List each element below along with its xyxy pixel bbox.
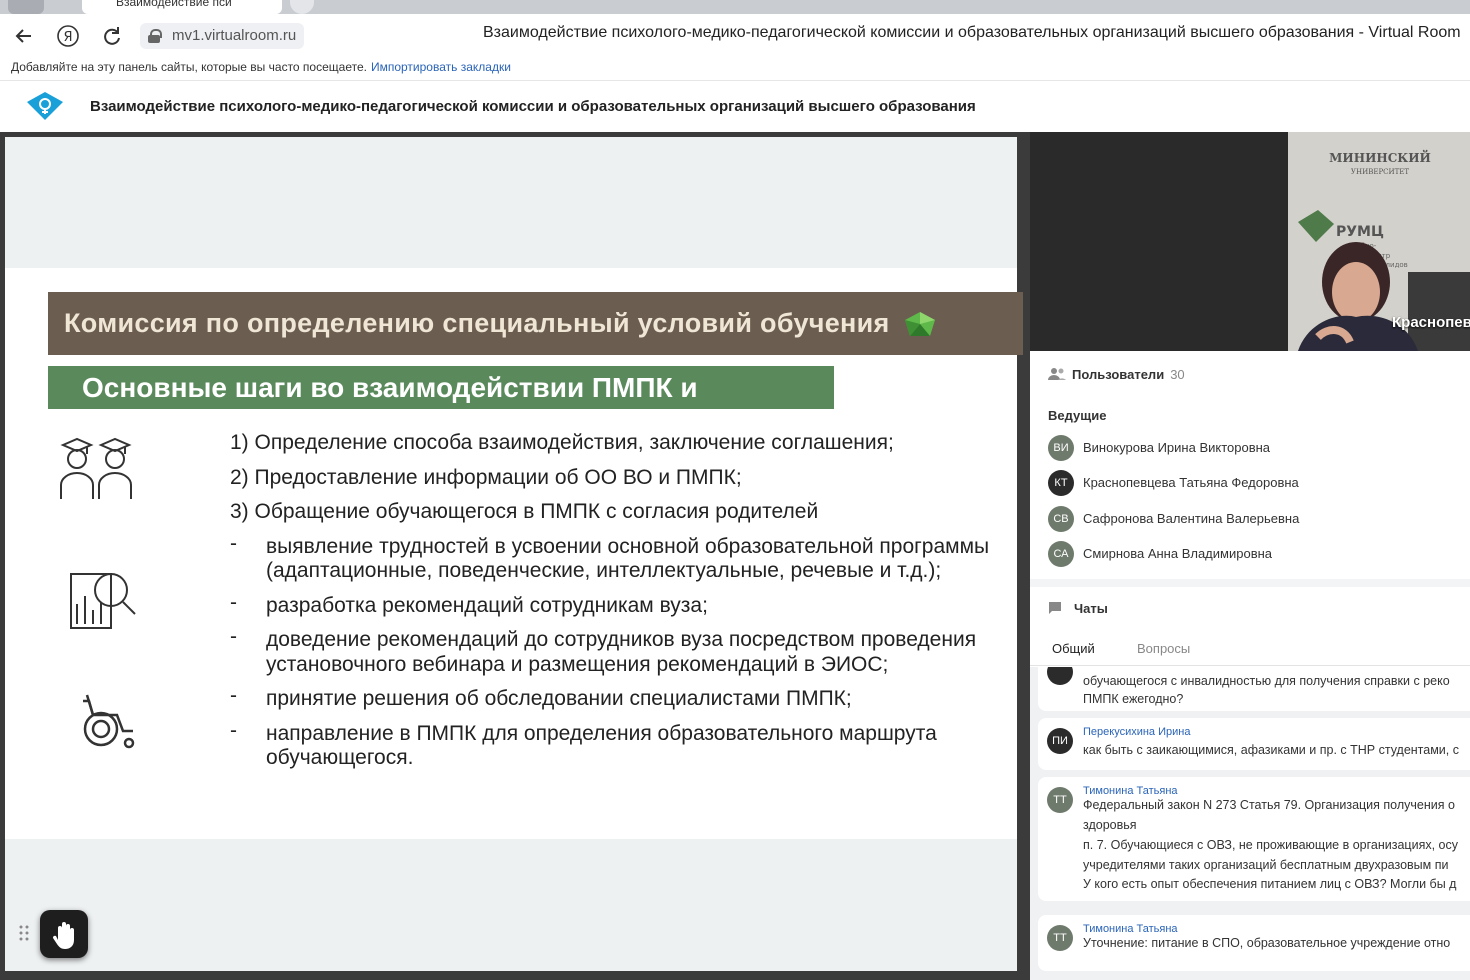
yandex-icon[interactable]: Я xyxy=(54,22,82,50)
user-name: Краснопевцева Татьяна Федоровна xyxy=(1083,475,1299,490)
wheelchair-icon xyxy=(79,691,139,756)
bookmarks-hint: Добавляйте на эту панель сайты, которые … xyxy=(11,60,367,74)
user-name: Винокурова Ирина Викторовна xyxy=(1083,440,1271,455)
slide-frame: Комиссия по определению специальный усло… xyxy=(5,137,1023,971)
message-line: как быть с заикающимися, афазиками и пр.… xyxy=(1083,743,1459,757)
video-area: МИНИНСКИЙ УНИВЕРСИТЕТ РУМЦ учебно- центр… xyxy=(1030,132,1470,351)
browser-tabstrip: Взаимодействие пси xyxy=(0,0,1470,14)
chat-message: ТТ Тимонина Татьяна Федеральный закон N … xyxy=(1038,777,1470,901)
users-count: 30 xyxy=(1170,367,1185,382)
avatar: ВИ xyxy=(1048,435,1074,461)
graduates-icon xyxy=(57,435,135,506)
message-line: п. 7. Обучающиеся с ОВЗ, не проживающие … xyxy=(1083,838,1458,852)
avatar xyxy=(1047,667,1073,685)
right-panel: МИНИНСКИЙ УНИВЕРСИТЕТ РУМЦ учебно- центр… xyxy=(1030,132,1470,980)
substep-item: разработка рекомендаций сотрудникам вуза… xyxy=(230,591,1000,619)
window-title: Взаимодействие психолого-медико-педагоги… xyxy=(483,24,1461,41)
users-icon xyxy=(1048,368,1066,380)
chat-message: ПИ Перекусихина Ирина как быть с заикающ… xyxy=(1038,718,1470,770)
user-name: Смирнова Анна Владимировна xyxy=(1083,546,1273,561)
users-panel: Пользователи 30 Ведущие ВИ Винокурова Ири… xyxy=(1030,351,1470,579)
avatar: ТТ xyxy=(1047,787,1073,813)
substep-item: доведение рекомендаций до сотрудников ву… xyxy=(230,625,1000,677)
users-header[interactable]: Пользователи 30 xyxy=(1048,367,1185,387)
substep-item: выявление трудностей в усвоении основной… xyxy=(230,532,1000,584)
avatar: СВ xyxy=(1048,506,1074,532)
chat-tabs: Общий Вопросы xyxy=(1030,632,1470,670)
slide-subheading: Основные шаги во взаимодействии ПМПК и xyxy=(48,366,834,409)
substep-item: принятие решения об обследовании специал… xyxy=(230,684,1000,712)
browser-tab-title: Взаимодействие пси xyxy=(116,0,232,9)
chat-panel: Чаты Общий Вопросы обучающегося с инвали… xyxy=(1030,587,1470,980)
step-item: 1) Определение способа взаимодействия, з… xyxy=(230,431,894,454)
svg-text:РУМЦ: РУМЦ xyxy=(1336,224,1384,240)
presentation-stage: Комиссия по определению специальный усло… xyxy=(0,132,1030,980)
avatar: СА xyxy=(1048,541,1074,567)
chat-messages: обучающегося с инвалидностью для получен… xyxy=(1030,667,1470,980)
drag-handle-icon[interactable] xyxy=(19,925,29,941)
svg-text:МИНИНСКИЙ: МИНИНСКИЙ xyxy=(1329,149,1431,165)
app-title: Взаимодействие психолого-медико-педагоги… xyxy=(90,98,976,115)
chat-message: ТТ Тимонина Татьяна Уточнение: питание в… xyxy=(1038,915,1470,971)
lock-icon xyxy=(148,29,162,43)
step-item: 2) Предоставление информации об ОО ВО и … xyxy=(230,465,742,489)
user-name: Сафронова Валентина Валерьевна xyxy=(1083,511,1300,526)
chat-message: обучающегося с инвалидностью для получен… xyxy=(1038,667,1470,711)
address-bar[interactable]: mv1.virtualroom.ru xyxy=(140,23,305,49)
chat-icon xyxy=(1049,602,1061,614)
user-row[interactable]: СА Смирнова Анна Владимировна xyxy=(1048,541,1468,569)
speaker-name: Краснопев xyxy=(1392,314,1470,331)
browser-tab-active[interactable]: Взаимодействие пси xyxy=(82,0,282,14)
user-row[interactable]: КТ Краснопевцева Татьяна Федоровна xyxy=(1048,470,1468,498)
avatar: КТ xyxy=(1048,470,1074,496)
users-title: Пользователи xyxy=(1072,367,1165,382)
step-item: 3) Обращение обучающегося в ПМПК с согла… xyxy=(230,500,819,523)
message-line: здоровья xyxy=(1083,818,1137,832)
raise-hand-button[interactable] xyxy=(40,910,88,958)
virtualroom-logo-icon[interactable] xyxy=(26,91,64,121)
avatar: ТТ xyxy=(1047,925,1073,951)
substep-item: направление в ПМПК для определения образ… xyxy=(230,719,1000,771)
message-line: обучающегося с инвалидностью для получен… xyxy=(1083,674,1450,688)
analytics-search-icon xyxy=(69,564,139,635)
slide: Комиссия по определению специальный усло… xyxy=(5,268,1023,839)
message-line: Федеральный закон N 273 Статья 79. Орган… xyxy=(1083,798,1455,812)
hosts-label: Ведущие xyxy=(1048,408,1107,423)
tab-questions[interactable]: Вопросы xyxy=(1137,641,1190,656)
chat-title: Чаты xyxy=(1074,601,1108,616)
slide-body: 1) Определение способа взаимодействия, з… xyxy=(230,431,1000,781)
browser-tab-inactive[interactable] xyxy=(8,0,44,14)
gem-logo-icon xyxy=(905,311,936,336)
reload-icon[interactable] xyxy=(98,22,126,50)
browser-toolbar: Я mv1.virtualroom.ru Взаимодействие псих… xyxy=(0,14,1470,58)
app-header: Взаимодействие психолого-медико-педагоги… xyxy=(0,80,1470,132)
message-line: Уточнение: питание в СПО, образовательно… xyxy=(1083,936,1451,950)
user-row[interactable]: ВИ Винокурова Ирина Викторовна xyxy=(1048,435,1468,463)
message-line: У кого есть опыт обеспечения питанием ли… xyxy=(1083,877,1457,891)
message-line: ПМПК ежегодно? xyxy=(1083,692,1184,706)
svg-text:Я: Я xyxy=(63,30,72,45)
avatar: ПИ xyxy=(1047,728,1073,754)
message-author[interactable]: Перекусихина Ирина xyxy=(1083,726,1190,738)
tab-general[interactable]: Общий xyxy=(1030,641,1117,670)
svg-text:УНИВЕРСИТЕТ: УНИВЕРСИТЕТ xyxy=(1351,168,1409,176)
import-bookmarks-link[interactable]: Импортировать закладки xyxy=(371,60,511,74)
bookmarks-bar: Добавляйте на эту панель сайты, которые … xyxy=(0,58,1470,80)
slide-heading: Комиссия по определению специальный усло… xyxy=(48,292,1023,355)
back-arrow-icon[interactable] xyxy=(10,22,38,50)
slide-heading-text: Комиссия по определению специальный усло… xyxy=(64,308,890,338)
message-line: учредителями таких организаций бесплатны… xyxy=(1083,858,1449,872)
address-url: mv1.virtualroom.ru xyxy=(172,27,297,44)
chat-header[interactable]: Чаты xyxy=(1048,601,1108,621)
user-row[interactable]: СВ Сафронова Валентина Валерьевна xyxy=(1048,506,1468,534)
hand-icon xyxy=(52,922,74,949)
new-tab-button[interactable] xyxy=(290,0,314,14)
